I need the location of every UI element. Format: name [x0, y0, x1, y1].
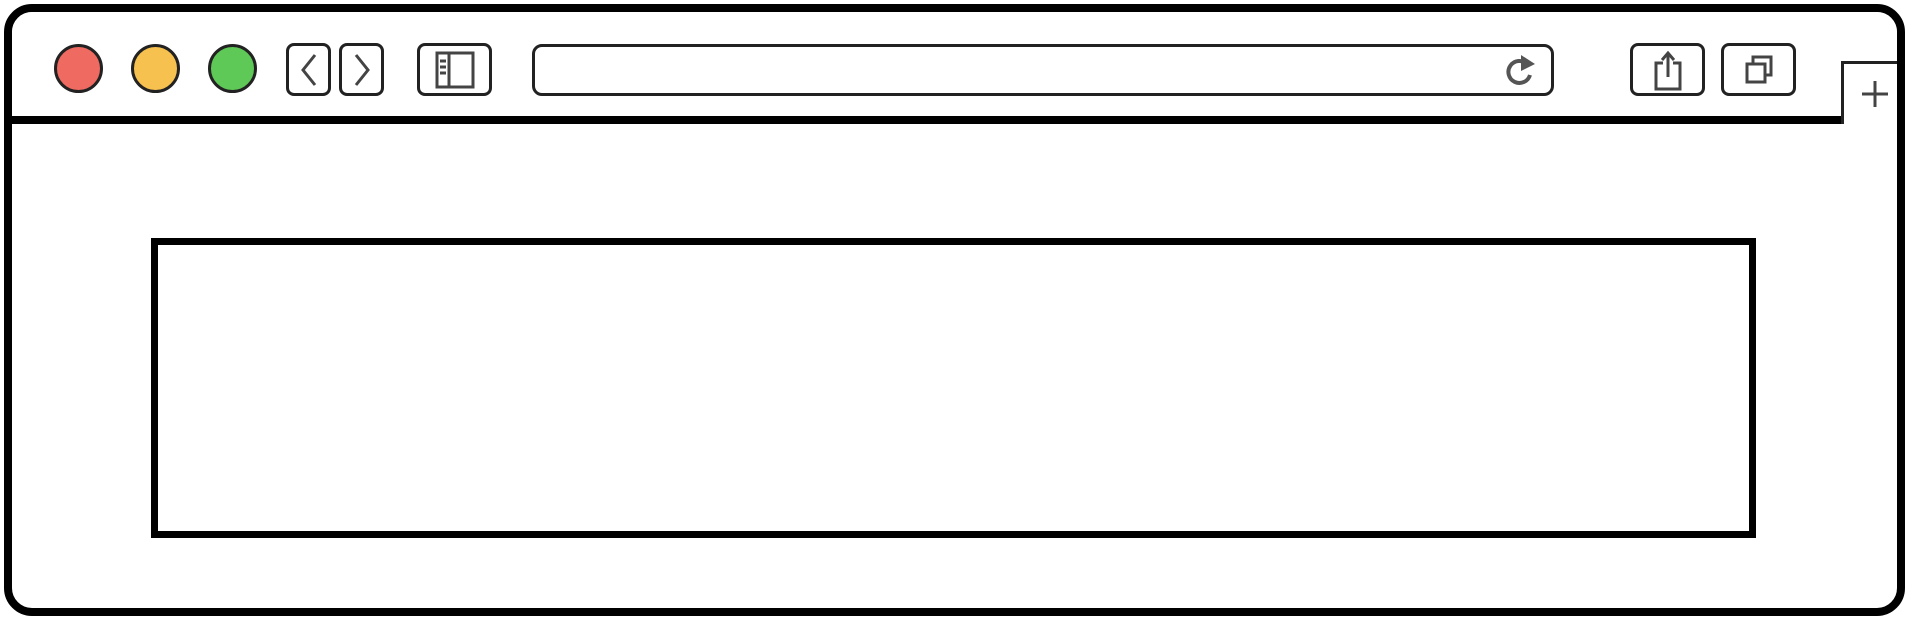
close-window-button[interactable]	[54, 44, 103, 93]
address-bar[interactable]	[532, 44, 1554, 96]
share-button[interactable]	[1630, 43, 1705, 96]
tabs-overview-button[interactable]	[1721, 43, 1796, 96]
browser-toolbar	[12, 12, 1897, 124]
browser-window	[4, 4, 1905, 616]
zoom-window-button[interactable]	[208, 44, 257, 93]
share-icon	[1654, 50, 1681, 90]
reload-icon[interactable]	[1503, 53, 1537, 89]
chevron-right-icon	[354, 53, 370, 86]
sidebar-toggle-button[interactable]	[417, 43, 492, 96]
tabs-overview-icon	[1745, 55, 1772, 83]
page-content	[12, 124, 1897, 608]
chevron-left-icon	[300, 53, 316, 86]
forward-button[interactable]	[339, 43, 384, 96]
sidebar-icon	[435, 51, 474, 88]
minimize-window-button[interactable]	[131, 44, 180, 93]
content-box	[151, 238, 1756, 538]
new-tab-button[interactable]	[1841, 61, 1897, 124]
plus-icon	[1861, 81, 1888, 107]
back-button[interactable]	[286, 43, 331, 96]
